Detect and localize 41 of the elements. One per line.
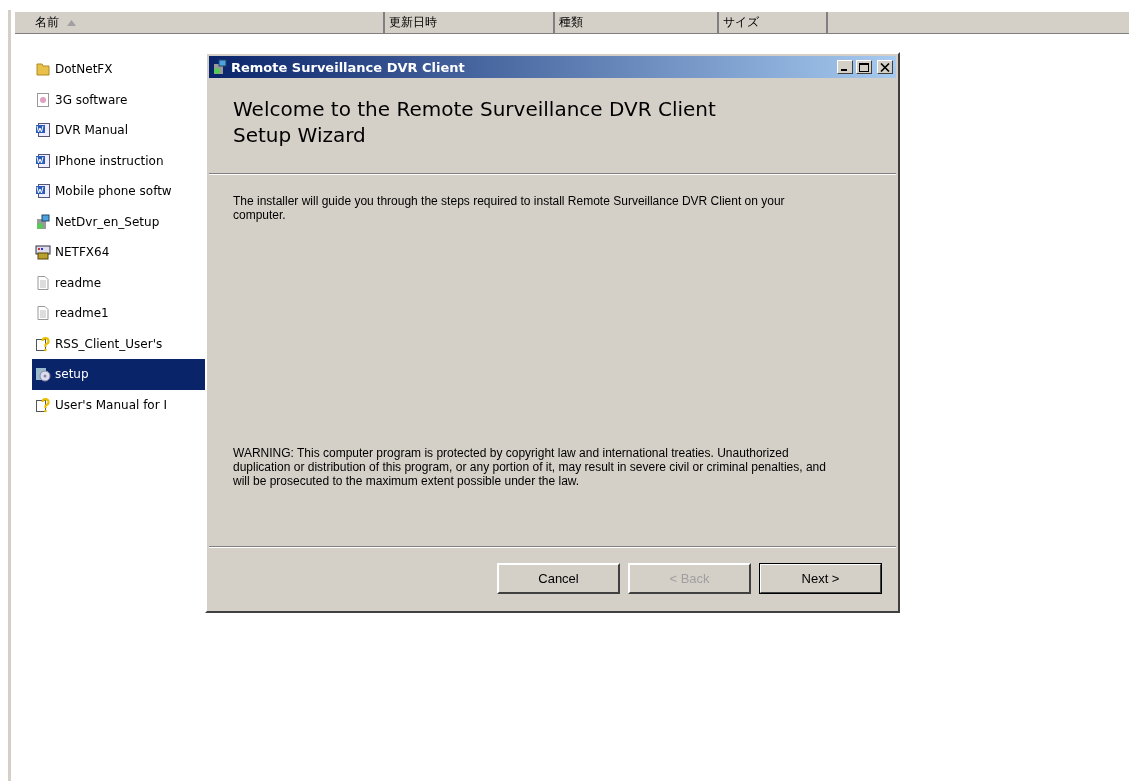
file-item[interactable]: setup (32, 359, 205, 390)
column-header[interactable]: 名前 (15, 12, 385, 33)
file-item[interactable]: NETFX64 (32, 237, 205, 268)
word-document-icon (35, 183, 51, 200)
maximize-button[interactable] (856, 60, 872, 74)
warning-text: WARNING: This computer program is protected by copyright law and international treaties. Unauthorized duplication or distribution of this program, or any portion of it, may result in severe civil or criminal penalties, and will be prosecuted to the maximum extent possible under the law. (233, 446, 827, 488)
intro-text: The installer will guide you through the steps required to install Remote Surveillance DVR Client on your computer. (233, 194, 786, 222)
help-file-icon (35, 396, 51, 413)
file-item[interactable]: NetDvr_en_Setup (32, 206, 205, 237)
word-document-icon (35, 122, 51, 139)
installer-icon (35, 213, 51, 230)
file-item[interactable]: 3G software (32, 84, 205, 115)
installer-icon (212, 59, 228, 75)
close-icon (880, 62, 890, 72)
column-header[interactable]: サイズ (719, 12, 828, 33)
file-item[interactable]: DVR Manual (32, 115, 205, 146)
document-icon (35, 91, 51, 108)
wizard-button[interactable]: Next > (759, 562, 882, 594)
maximize-icon (859, 62, 869, 72)
wizard-heading: Welcome to the Remote Surveillance DVR Client Setup Wizard (233, 96, 717, 148)
file-item[interactable]: RSS_Client_User's (32, 328, 205, 359)
setup-icon (35, 366, 51, 383)
help-file-icon (35, 335, 51, 352)
file-item[interactable]: Mobile phone softw (32, 176, 205, 207)
column-header[interactable]: 種類 (555, 12, 719, 33)
close-button[interactable] (877, 60, 893, 74)
minimize-icon (841, 68, 847, 71)
text-file-icon (35, 274, 51, 291)
minimize-button[interactable] (837, 60, 853, 74)
window-title: Remote Surveillance DVR Client (231, 59, 466, 75)
wizard-button[interactable]: Cancel (497, 562, 620, 594)
file-item[interactable]: readme (32, 267, 205, 298)
file-item[interactable]: readme1 (32, 298, 205, 329)
file-item[interactable]: IPhone instruction (32, 145, 205, 176)
file-item[interactable]: DotNetFX (32, 54, 205, 85)
text-file-icon (35, 305, 51, 322)
word-document-icon (35, 152, 51, 169)
column-header[interactable]: 更新日時 (385, 12, 555, 33)
folder-icon (35, 61, 51, 78)
package-icon (35, 244, 51, 261)
file-item[interactable]: User's Manual for I (32, 389, 205, 420)
